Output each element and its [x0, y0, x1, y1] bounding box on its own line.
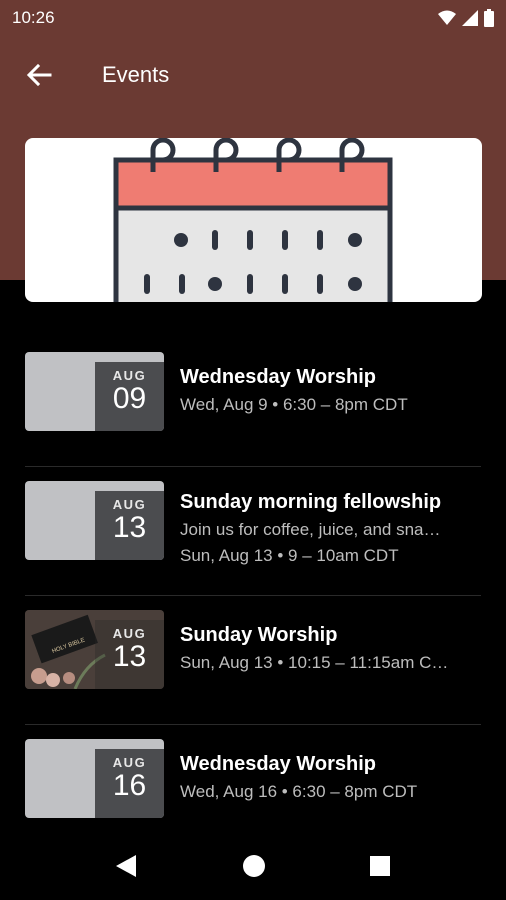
date-month: AUG	[112, 368, 147, 383]
date-badge: AUG 16	[95, 749, 164, 818]
event-time: Wed, Aug 16 • 6:30 – 8pm CDT	[180, 782, 418, 801]
system-nav-bar	[0, 833, 506, 900]
event-info: Sunday morning fellowship Join us for co…	[180, 491, 481, 566]
event-item[interactable]: AUG 09 Wednesday Worship Wed, Aug 9 • 6:…	[25, 338, 481, 466]
event-info: Sunday Worship Sun, Aug 13 • 10:15 – 11:…	[180, 624, 481, 673]
hero-image	[25, 138, 482, 302]
date-month: AUG	[112, 755, 147, 770]
event-info: Wednesday Worship Wed, Aug 16 • 6:30 – 8…	[180, 753, 481, 802]
calendar-illustration	[113, 138, 393, 302]
event-thumbnail: AUG 13	[25, 481, 164, 560]
status-icons	[438, 9, 494, 27]
event-time: Wed, Aug 9 • 6:30 – 8pm CDT	[180, 395, 408, 414]
date-badge: AUG 13	[95, 491, 164, 560]
event-thumbnail: AUG 09	[25, 352, 164, 431]
date-day: 16	[112, 769, 147, 802]
event-item[interactable]: AUG 13 Sunday morning fellowship Join us…	[25, 466, 481, 595]
event-item[interactable]: HOLY BIBLE AUG 13 Sunday Worship Sun, Au…	[25, 595, 481, 724]
event-title: Sunday morning fellowship	[180, 491, 442, 513]
wifi-icon	[438, 10, 456, 25]
recents-nav-icon[interactable]	[368, 853, 392, 879]
event-title: Wednesday Worship	[180, 366, 376, 388]
back-nav-icon[interactable]	[114, 853, 138, 879]
battery-icon	[484, 9, 494, 27]
event-title: Sunday Worship	[180, 624, 338, 646]
event-time: Sun, Aug 13 • 9 – 10am CDT	[180, 546, 399, 565]
event-thumbnail: HOLY BIBLE AUG 13	[25, 610, 164, 689]
back-arrow-icon[interactable]	[22, 58, 56, 92]
event-info: Wednesday Worship Wed, Aug 9 • 6:30 – 8p…	[180, 366, 481, 415]
signal-icon	[462, 10, 478, 26]
date-day: 13	[112, 511, 147, 544]
event-list: AUG 09 Wednesday Worship Wed, Aug 9 • 6:…	[0, 338, 506, 853]
event-title: Wednesday Worship	[180, 753, 376, 775]
status-bar: 10:26	[0, 0, 506, 36]
date-month: AUG	[112, 626, 147, 641]
event-time: Sun, Aug 13 • 10:15 – 11:15am C…	[180, 653, 449, 672]
date-badge: AUG 09	[95, 362, 164, 431]
home-nav-icon[interactable]	[242, 853, 266, 879]
date-badge: AUG 13	[95, 620, 164, 689]
status-time: 10:26	[12, 8, 55, 27]
date-day: 09	[112, 382, 147, 415]
event-description: Join us for coffee, juice, and sna…	[180, 520, 441, 539]
page-title: Events	[102, 62, 170, 87]
date-month: AUG	[112, 497, 147, 512]
event-thumbnail: AUG 16	[25, 739, 164, 818]
date-day: 13	[112, 640, 147, 673]
